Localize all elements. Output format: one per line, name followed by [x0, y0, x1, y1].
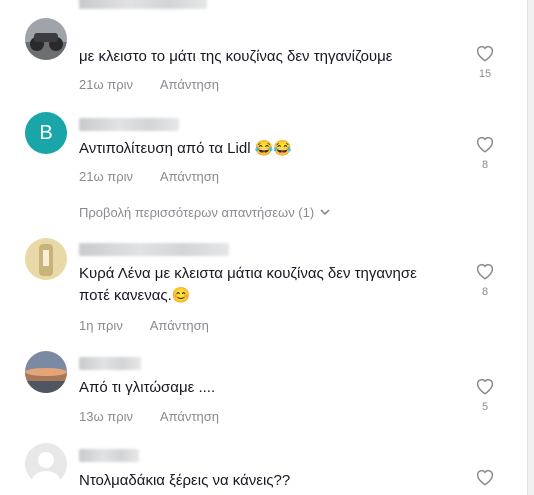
- comment-text: Ντολμαδάκια ξέρεις να κάνεις??: [79, 472, 291, 489]
- comment-meta: 1η πριν Απάντηση: [79, 318, 209, 333]
- reply-button[interactable]: Απάντηση: [150, 318, 209, 333]
- heart-icon: [476, 379, 494, 395]
- like-count: 8: [481, 159, 489, 171]
- like-count: 15: [478, 68, 492, 80]
- reply-button[interactable]: Απάντηση: [160, 77, 219, 92]
- like-button[interactable]: 5: [470, 377, 500, 413]
- username[interactable]: [79, 118, 179, 131]
- username[interactable]: [79, 0, 207, 9]
- avatar[interactable]: B: [25, 112, 67, 154]
- comment-time: 21ω πριν: [79, 77, 133, 92]
- user-icon: [32, 452, 60, 485]
- like-button[interactable]: 15: [470, 44, 500, 80]
- heart-icon: [476, 470, 494, 486]
- comment-text: Αντιπολίτευση από τα Lidl 😂😂: [79, 140, 293, 157]
- heart-icon: [476, 137, 494, 153]
- heart-icon: [476, 264, 494, 280]
- heart-icon: [476, 46, 494, 62]
- comment-text: Από τι γλιτώσαμε ....: [79, 379, 216, 396]
- comment-text: με κλειστο το μάτι της κουζίνας δεν τηγα…: [79, 48, 393, 65]
- comment-line: ποτέ κανενας.😊: [79, 287, 191, 304]
- like-button[interactable]: 8: [470, 135, 500, 171]
- username[interactable]: [79, 449, 139, 462]
- like-button[interactable]: [470, 468, 500, 486]
- avatar[interactable]: [25, 443, 67, 485]
- reply-button[interactable]: Απάντηση: [160, 409, 219, 424]
- reply-button[interactable]: Απάντηση: [160, 169, 219, 184]
- avatar[interactable]: [25, 18, 67, 60]
- like-count: 5: [481, 401, 489, 413]
- avatar-letter: B: [39, 122, 53, 144]
- view-more-replies-button[interactable]: Προβολή περισσότερων απαντήσεων (1): [79, 205, 330, 220]
- view-more-label: Προβολή περισσότερων απαντήσεων (1): [79, 205, 315, 220]
- username[interactable]: [79, 357, 141, 370]
- avatar[interactable]: [25, 351, 67, 393]
- username[interactable]: [79, 243, 229, 256]
- scrollbar-track[interactable]: [527, 0, 534, 495]
- comment-time: 13ω πριν: [79, 409, 133, 424]
- chevron-down-icon: [320, 209, 330, 216]
- comment-time: 1η πριν: [79, 318, 123, 333]
- comment-line: Κυρά Λένα με κλειστα μάτια κουζίνας δεν …: [79, 265, 417, 282]
- comment-meta: 13ω πριν Απάντηση: [79, 409, 219, 424]
- comment-time: 21ω πριν: [79, 169, 133, 184]
- comment-text: Κυρά Λένα με κλειστα μάτια κουζίνας δεν …: [79, 263, 417, 307]
- comment-meta: 21ω πριν Απάντηση: [79, 77, 219, 92]
- comment-meta: 21ω πριν Απάντηση: [79, 169, 219, 184]
- like-button[interactable]: 8: [470, 262, 500, 298]
- like-count: 8: [481, 286, 489, 298]
- avatar[interactable]: [25, 238, 67, 280]
